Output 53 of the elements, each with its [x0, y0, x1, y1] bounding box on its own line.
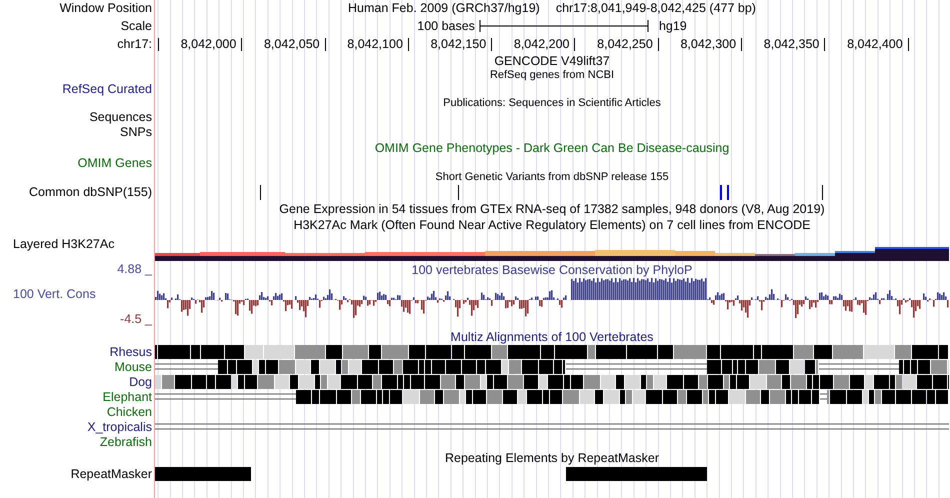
position-text: chr17:8,041,949-8,042,425 (477 bp): [556, 2, 756, 15]
track-label: Window Position: [60, 2, 152, 15]
track-title: Short Genetic Variants from dbSNP release 155: [435, 172, 669, 183]
tick-mark: [574, 38, 576, 50]
ruler-label: 8,042,100: [347, 38, 403, 50]
tick-mark: [408, 38, 409, 50]
track-label: Scale: [120, 20, 152, 32]
ruler-label: 8,042,200: [514, 38, 570, 50]
track-title: Multiz Alignments of 100 Vertebrates: [450, 330, 654, 344]
tick-mark: [824, 38, 826, 50]
track-label: Chicken: [106, 406, 152, 419]
track-title: OMIM Gene Phenotypes - Dark Green Can Be Disease-causing: [374, 142, 730, 154]
tick-mark: [241, 38, 242, 50]
tick-mark: [741, 38, 742, 50]
ruler-label: 8,042,400: [847, 38, 903, 50]
ruler-label: 8,042,150: [430, 38, 486, 50]
tick-mark: [158, 38, 159, 50]
track-title: RefSeq genes from NCBI: [490, 70, 614, 81]
track-label: Common dbSNP(155): [29, 186, 152, 199]
track-label: RefSeq Curated: [62, 83, 152, 96]
track-label: Layered H3K27Ac: [13, 238, 114, 250]
track-title: Publications: Sequences in Scientific Articles: [443, 98, 661, 109]
axis-label: 4.88 _: [116, 263, 152, 276]
track-title: Gene Expression in 54 tissues from GTEx RNA-seq of 17382 samples, 948 donors (V8, Aug 2019): [279, 202, 825, 216]
track-label: OMIM Genes: [78, 157, 152, 170]
track-label: Rhesus: [110, 346, 152, 359]
tick-mark: [908, 38, 909, 50]
track-title: GENCODE V49lift37: [494, 54, 610, 68]
track-label: Dog: [129, 376, 152, 389]
ruler-label: 8,042,050: [264, 38, 320, 50]
scale-length: 100 bases: [417, 20, 475, 32]
track-title: H3K27Ac Mark (Often Found Near Active Regulatory Elements) on 7 cell lines from ENCODE: [294, 218, 810, 232]
track-label: X_tropicalis: [87, 421, 152, 434]
track-label: Sequences: [89, 111, 152, 124]
track-label: Elephant: [102, 391, 152, 404]
track-label: Mouse: [114, 361, 152, 374]
ruler-label: 8,042,300: [680, 38, 736, 50]
track-label: SNPs: [120, 126, 152, 139]
track-label: 100 Vert. Cons: [12, 288, 97, 300]
tick-mark: [324, 38, 326, 50]
track-label: RepeatMasker: [70, 468, 152, 480]
track-title: 100 vertebrates Basewise Conservation by PhyloP: [412, 263, 692, 277]
assembly-name: Human Feb. 2009 (GRCh37/hg19): [348, 2, 540, 15]
track-label: chr17:: [117, 38, 152, 50]
track-title: Repeating Elements by RepeatMasker: [444, 452, 659, 464]
axis-label: -4.5 _: [119, 312, 152, 325]
ruler-label: 8,042,250: [597, 38, 653, 50]
tick-mark: [658, 38, 659, 50]
tick-mark: [491, 38, 492, 50]
track-label: Zebrafish: [100, 436, 152, 449]
ruler-label: 8,042,350: [764, 38, 820, 50]
assembly-label: hg19: [658, 20, 687, 32]
ruler-label: 8,042,000: [180, 38, 236, 50]
